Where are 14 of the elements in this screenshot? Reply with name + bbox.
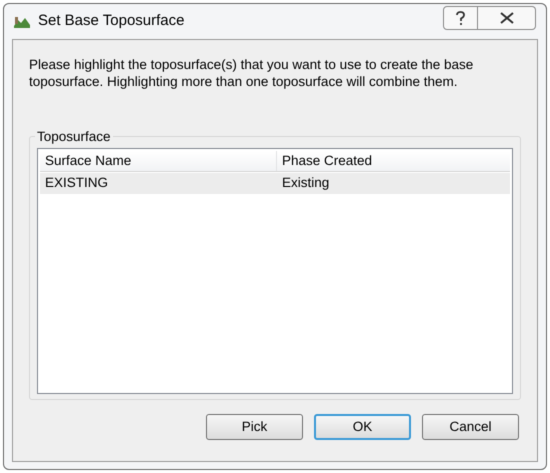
dialog-button[interactable]: Pick [206,414,303,440]
column-header[interactable]: Surface Name [40,151,277,171]
close-icon [500,12,514,24]
list-cell-text: Existing [281,174,330,192]
column-header[interactable]: Phase Created [277,151,510,171]
help-icon [455,10,466,26]
window-title: Set Base Toposurface [38,11,184,32]
list-row[interactable]: EXISTING Existing [40,173,510,194]
dialog-button[interactable]: OK [314,414,411,440]
close-button[interactable] [478,6,536,30]
help-button[interactable] [443,6,478,30]
dialog-button[interactable]: Cancel [422,414,519,440]
list-cell-text: EXISTING [44,174,110,192]
instruction-text: Please highlight the toposurface(s) that you want to use to create the base toposurface. Highlighting more than one toposurface will combine them. [29,56,474,90]
